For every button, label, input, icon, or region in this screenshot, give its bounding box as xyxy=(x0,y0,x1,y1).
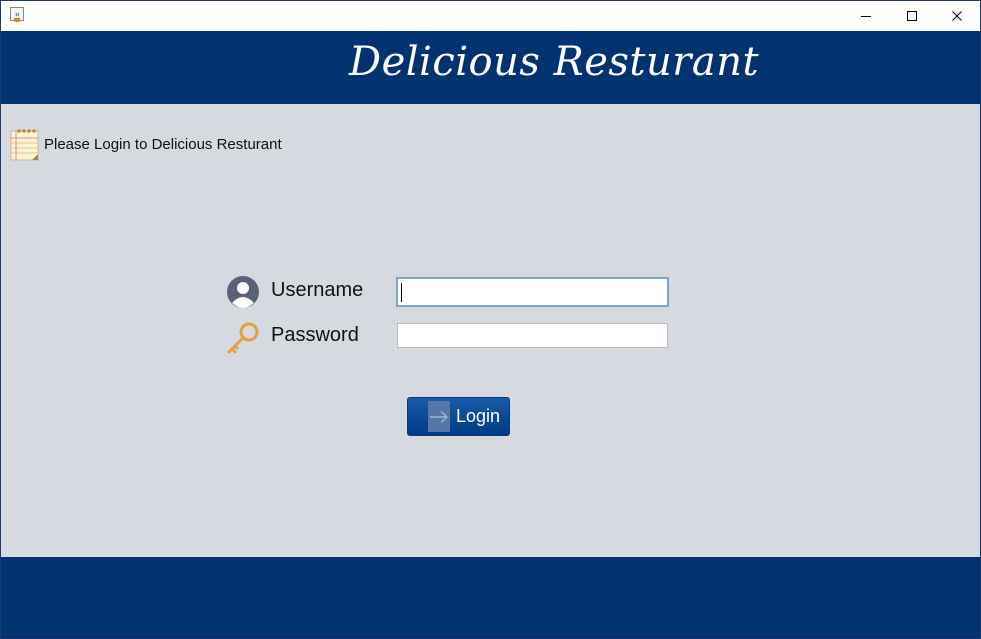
password-input[interactable] xyxy=(397,323,668,348)
minimize-button[interactable] xyxy=(843,1,889,31)
header-banner: Delicious Resturant xyxy=(1,31,980,104)
username-label: Username xyxy=(271,279,364,301)
password-label: Password xyxy=(271,324,359,346)
user-avatar-icon xyxy=(227,276,259,308)
text-caret xyxy=(401,283,402,302)
app-title: Delicious Resturant xyxy=(349,39,760,85)
login-button-label: Login xyxy=(456,406,501,426)
username-input[interactable] xyxy=(396,277,669,307)
minimize-icon xyxy=(861,16,871,17)
close-button[interactable] xyxy=(934,1,980,31)
java-cup-icon xyxy=(10,7,24,22)
login-prompt: Please Login to Delicious Resturant xyxy=(9,127,282,161)
maximize-icon xyxy=(907,11,917,21)
key-icon xyxy=(227,322,259,354)
login-window: Delicious Resturant Please Login to Deli… xyxy=(0,0,981,639)
close-icon xyxy=(952,11,962,21)
footer-banner xyxy=(1,557,980,638)
login-prompt-text: Please Login to Delicious Resturant xyxy=(44,135,282,153)
maximize-button[interactable] xyxy=(889,1,935,31)
notepad-icon xyxy=(10,129,39,161)
title-bar[interactable] xyxy=(1,1,980,31)
login-button[interactable]: Login xyxy=(407,397,510,436)
arrow-right-icon xyxy=(428,401,450,432)
